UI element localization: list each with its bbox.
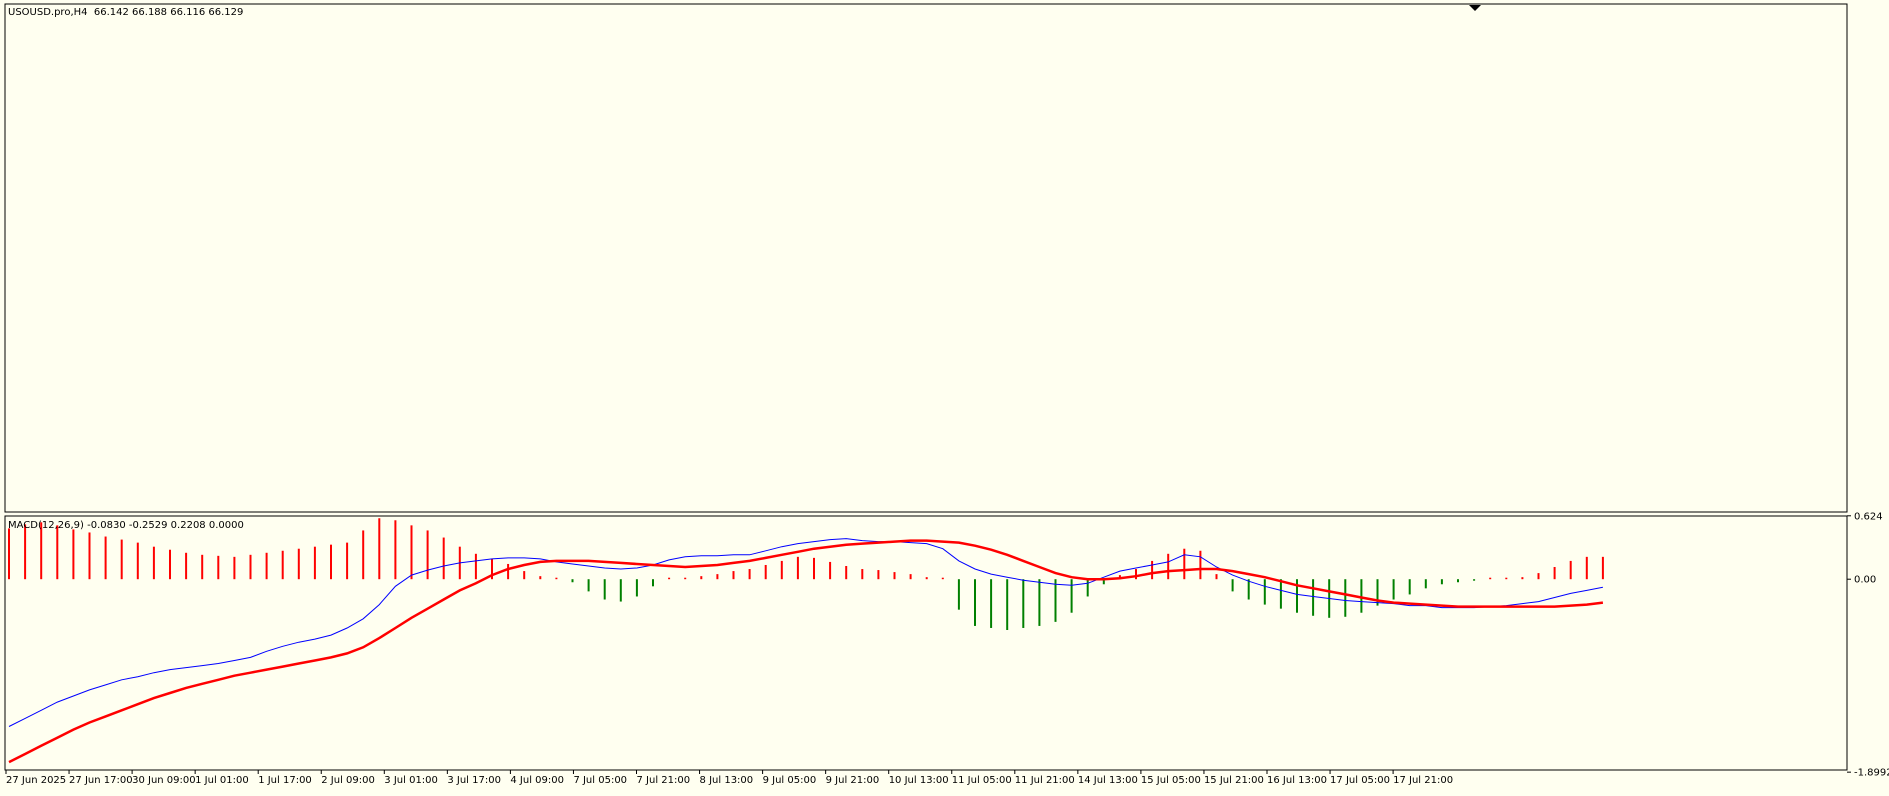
time-tick-label: 15 Jul 05:00	[1141, 775, 1201, 786]
chart-background	[0, 0, 1889, 792]
time-tick-label: 27 Jun 17:00	[69, 775, 133, 786]
time-tick-label: 11 Jul 05:00	[952, 775, 1012, 786]
time-tick-label: 10 Jul 13:00	[889, 775, 949, 786]
macd-header: MACD(12,26,9) -0.0830 -0.2529 0.2208 0.0…	[8, 520, 244, 531]
time-tick-label: 27 Jun 2025	[6, 775, 66, 786]
time-tick-label: 17 Jul 05:00	[1330, 775, 1390, 786]
time-tick-label: 4 Jul 09:00	[510, 775, 564, 786]
symbol-header: USOUSD.pro,H4 66.142 66.188 66.116 66.12…	[8, 7, 243, 18]
time-tick-label: 2 Jul 09:00	[321, 775, 375, 786]
time-tick-label: 7 Jul 21:00	[637, 775, 691, 786]
symbol-label: USOUSD.pro,H4	[8, 7, 88, 18]
ohlc-values: 66.142 66.188 66.116 66.129	[93, 7, 244, 18]
macd-tick-label: 0.00	[1854, 575, 1876, 586]
time-tick-label: 8 Jul 13:00	[700, 775, 754, 786]
macd-tick-label: -1.8992	[1854, 768, 1889, 779]
time-tick-label: 3 Jul 17:00	[447, 775, 501, 786]
time-tick-label: 1 Jul 17:00	[258, 775, 312, 786]
time-tick-label: 15 Jul 21:00	[1204, 775, 1264, 786]
time-tick-label: 3 Jul 01:00	[384, 775, 438, 786]
time-tick-label: 16 Jul 13:00	[1267, 775, 1327, 786]
time-tick-label: 30 Jun 09:00	[132, 775, 196, 786]
chart-window[interactable]: 69.95069.44068.93068.42067.91067.40066.8…	[0, 0, 1889, 792]
time-tick-label: 14 Jul 13:00	[1078, 775, 1138, 786]
time-tick-label: 9 Jul 21:00	[826, 775, 880, 786]
time-tick-label: 17 Jul 21:00	[1393, 775, 1453, 786]
time-tick-label: 1 Jul 01:00	[195, 775, 249, 786]
time-tick-label: 9 Jul 05:00	[763, 775, 817, 786]
time-tick-label: 7 Jul 05:00	[573, 775, 627, 786]
time-tick-label: 11 Jul 21:00	[1015, 775, 1075, 786]
macd-tick-label: 0.624	[1854, 511, 1883, 522]
chart-canvas[interactable]: 69.95069.44068.93068.42067.91067.40066.8…	[0, 0, 1889, 792]
